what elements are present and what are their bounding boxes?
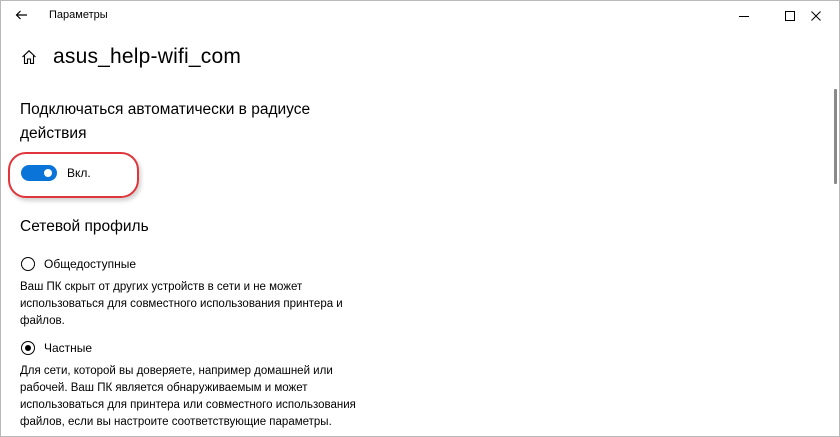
- back-button[interactable]: [9, 4, 33, 26]
- toggle-knob: [44, 169, 52, 177]
- radio-button-public[interactable]: [21, 257, 35, 271]
- settings-window: Параметры asus_help-wifi_com Подключатьс…: [0, 0, 840, 437]
- page-title: asus_help-wifi_com: [53, 45, 242, 68]
- radio-selected-dot: [24, 344, 31, 351]
- scrollbar-thumb[interactable]: [834, 89, 837, 184]
- toggle-state-label: Вкл.: [67, 166, 91, 180]
- auto-connect-title: Подключаться автоматически в радиусе дей…: [20, 101, 311, 142]
- auto-connect-toggle[interactable]: [21, 165, 57, 181]
- radio-label-public: Общедоступные: [44, 257, 137, 271]
- radio-label-private: Частные: [44, 341, 93, 355]
- window-title: Параметры: [49, 9, 108, 21]
- back-arrow-icon: [15, 10, 27, 20]
- close-button[interactable]: [793, 1, 839, 31]
- public-description: Ваш ПК скрыт от других устройств в сети …: [20, 281, 343, 327]
- minimize-button[interactable]: [721, 1, 767, 31]
- page-header: asus_help-wifi_com: [19, 45, 241, 69]
- radio-private[interactable]: Частные: [21, 341, 92, 355]
- minimize-icon: [739, 16, 749, 17]
- close-icon: [811, 11, 821, 21]
- radio-button-private[interactable]: [21, 341, 35, 355]
- radio-public[interactable]: Общедоступные: [21, 257, 136, 271]
- home-icon[interactable]: [19, 47, 39, 67]
- network-profile-title: Сетевой профиль: [20, 218, 149, 235]
- private-description: Для сети, которой вы доверяете, например…: [20, 365, 356, 428]
- title-bar: Параметры: [1, 1, 839, 31]
